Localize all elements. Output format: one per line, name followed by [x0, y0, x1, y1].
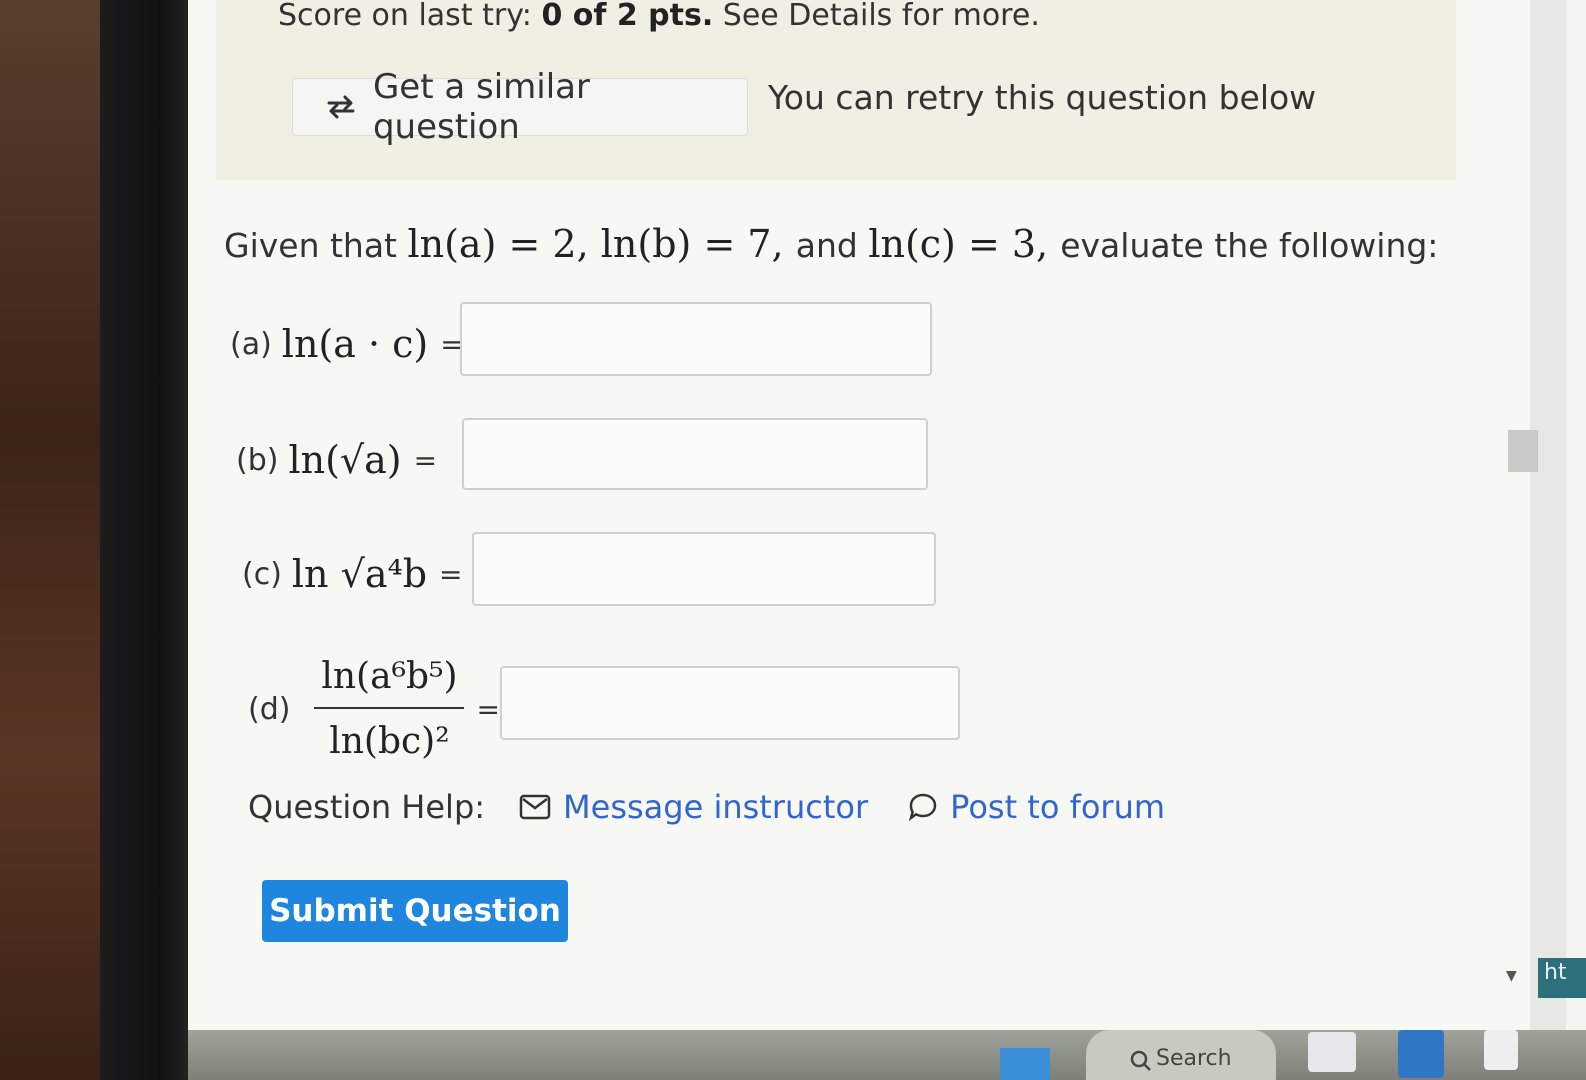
answer-input-d[interactable] [500, 666, 960, 740]
given-b: ln(b) = 7 [600, 222, 772, 266]
part-d-label: (d) [248, 691, 291, 727]
taskbar: Search [188, 1030, 1586, 1080]
similar-question-button[interactable]: Get a similar question [292, 67, 748, 147]
submit-question-button[interactable]: Submit Question [262, 880, 568, 942]
scrollbar-thumb[interactable] [1508, 430, 1538, 472]
given-a: ln(a) = 2 [407, 222, 577, 266]
retry-notice: Score on last try: 0 of 2 pts. See Detai… [216, 0, 1456, 180]
part-b-label: (b) [236, 442, 279, 478]
post-to-forum-link[interactable]: Post to forum [908, 788, 1165, 826]
side-window-edge[interactable]: ht [1538, 958, 1586, 998]
windows-start-icon[interactable] [1000, 1048, 1050, 1080]
equals-sign: = [476, 692, 500, 726]
question-help: Question Help: Message instructor Post t… [248, 788, 1165, 826]
post-to-forum-label: Post to forum [950, 788, 1166, 826]
part-d-fraction: ln(a⁶b⁵) ln(bc)² [314, 656, 465, 762]
question-help-label: Question Help: [248, 788, 486, 826]
part-d-numerator: ln(a⁶b⁵) [321, 656, 458, 697]
part-d: (d) ln(a⁶b⁵) ln(bc)² = [248, 656, 500, 762]
part-c: (c) ln √a⁴b = [242, 552, 463, 596]
part-a-label: (a) [230, 326, 272, 362]
part-a: (a) ln(a · c) = [230, 322, 464, 366]
question-page: Score on last try: 0 of 2 pts. See Detai… [188, 0, 1533, 1030]
prompt-suffix: evaluate the following: [1060, 226, 1439, 265]
taskbar-search[interactable]: Search [1086, 1030, 1276, 1080]
part-c-expression: ln √a⁴b [291, 552, 428, 596]
equals-sign: = [439, 557, 463, 591]
score-prefix: Score on last try: [278, 0, 542, 33]
similar-question-label: Get a similar question [372, 67, 590, 147]
search-icon [1130, 1050, 1151, 1071]
taskbar-search-label: Search [1156, 1046, 1232, 1071]
message-instructor-label: Message instructor [563, 788, 869, 826]
given-c: ln(c) = 3 [868, 222, 1037, 266]
score-suffix: See Details for more. [713, 0, 1040, 33]
answer-input-a[interactable] [460, 302, 932, 376]
part-d-denominator: ln(bc)² [329, 721, 450, 762]
file-explorer-icon[interactable] [1308, 1032, 1356, 1072]
prompt-and: and [795, 226, 858, 265]
scroll-down-arrow-icon[interactable]: ▼ [1506, 968, 1517, 984]
part-c-label: (c) [242, 556, 282, 592]
mail-app-icon[interactable] [1398, 1030, 1444, 1078]
part-a-expression: ln(a · c) [281, 322, 429, 366]
score-value: 0 of 2 pts. [541, 0, 714, 33]
envelope-icon [519, 794, 551, 820]
equals-sign: = [413, 443, 438, 477]
scrollbar[interactable] [1530, 0, 1566, 1030]
answer-input-c[interactable] [472, 532, 936, 606]
question-prompt: Given that ln(a) = 2, ln(b) = 7, and ln(… [224, 222, 1439, 266]
speech-bubble-icon [909, 793, 937, 822]
refresh-arrows-icon [327, 95, 355, 119]
score-line: Score on last try: 0 of 2 pts. See Detai… [278, 0, 1040, 33]
desk-background [0, 0, 110, 1080]
part-b-expression: ln(√a) [288, 438, 402, 482]
prompt-prefix: Given that [224, 226, 408, 265]
part-b: (b) ln(√a) = [236, 438, 437, 482]
screen: Score on last try: 0 of 2 pts. See Detai… [188, 0, 1586, 1080]
answer-input-b[interactable] [462, 418, 928, 490]
store-app-icon[interactable] [1484, 1030, 1518, 1070]
monitor-bezel [100, 0, 200, 1080]
retry-message: You can retry this question below [768, 78, 1317, 117]
message-instructor-link[interactable]: Message instructor [519, 788, 868, 826]
